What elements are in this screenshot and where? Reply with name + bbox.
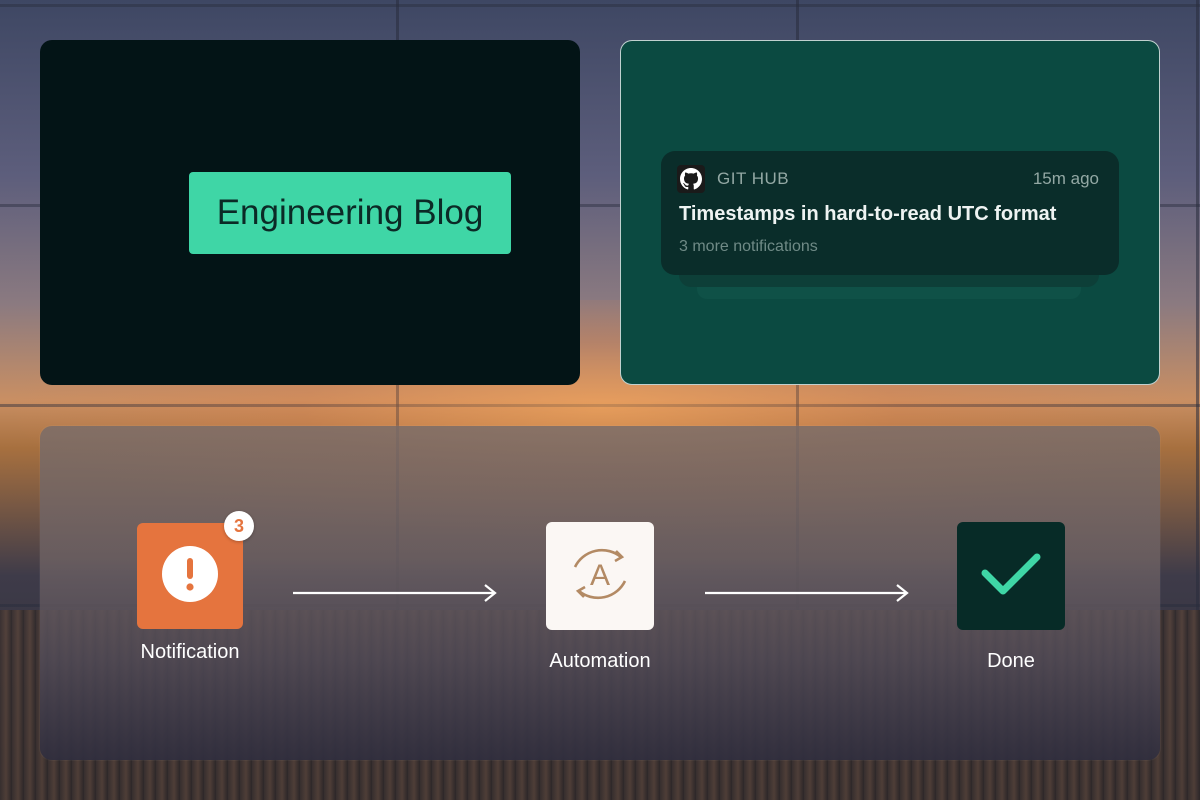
svg-text:A: A [590, 559, 610, 592]
arrow-right-icon [292, 580, 498, 611]
notification-count-badge: 3 [224, 511, 254, 541]
flow-step-label: Done [987, 650, 1035, 672]
flow-step-done: Done [957, 522, 1065, 673]
workflow-card: 3 Notification A Automation Done [40, 426, 1160, 760]
automation-tile[interactable]: A [546, 522, 654, 630]
engineering-blog-label: Engineering Blog [189, 172, 511, 254]
notification-timestamp: 15m ago [1032, 169, 1099, 188]
notification-source: GIT HUB [717, 169, 790, 188]
github-icon [677, 165, 705, 193]
github-notification[interactable]: GIT HUB 15m ago Timestamps in hard-to-re… [661, 151, 1119, 275]
notification-title: Timestamps in hard-to-read UTC format [679, 203, 1057, 225]
flow-step-label: Notification [140, 641, 240, 663]
github-notification-card: GIT HUB 15m ago Timestamps in hard-to-re… [620, 40, 1160, 385]
checkmark-icon [979, 549, 1043, 604]
alert-icon [161, 545, 219, 608]
notification-tile[interactable]: 3 [137, 511, 254, 629]
more-notifications-link[interactable]: 3 more notifications [677, 238, 1099, 256]
done-tile[interactable] [957, 522, 1065, 630]
automation-icon: A [565, 539, 635, 614]
flow-step-label: Automation [549, 650, 651, 672]
notification-header: GIT HUB 15m ago [677, 165, 1099, 193]
flow-step-automation: A Automation [546, 522, 654, 673]
arrow-right-icon [704, 580, 910, 611]
flow-step-notification: 3 Notification [137, 511, 254, 664]
engineering-blog-card: Engineering Blog [40, 40, 580, 385]
